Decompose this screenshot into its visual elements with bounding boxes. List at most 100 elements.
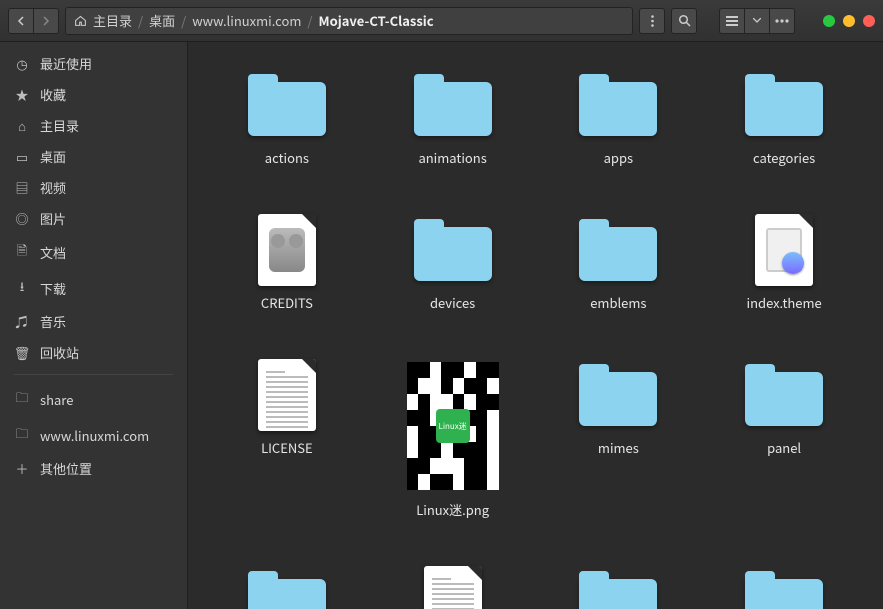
file-item[interactable]: status [536, 563, 702, 609]
clock-icon: ◷ [14, 54, 30, 73]
nav-back-button[interactable] [8, 8, 34, 34]
file-label: categories [753, 148, 815, 167]
sidebar-item-recent[interactable]: ◷ 最近使用 [0, 48, 187, 79]
sidebar-item-label: 视频 [40, 178, 66, 197]
file-label: devices [430, 293, 475, 312]
file-label: CREDITS [261, 293, 313, 312]
file-item[interactable]: categories [701, 66, 867, 171]
sidebar-item-label: www.linuxmi.com [40, 426, 149, 445]
sidebar-item-linuxmi[interactable]: 🗀 www.linuxmi.com [0, 417, 187, 453]
sidebar-item-downloads[interactable]: ⭳ 下载 [0, 270, 187, 306]
sidebar-item-documents[interactable]: 🗎 文档 [0, 234, 187, 270]
window-controls [823, 15, 875, 27]
folder-icon [579, 227, 657, 281]
file-label: LICENSE [261, 438, 313, 457]
credits-file-icon [258, 214, 316, 286]
view-list-button[interactable] [719, 8, 745, 34]
sidebar-item-label: 图片 [40, 209, 66, 228]
folder-icon [579, 82, 657, 136]
folder-icon: 🗀 [14, 387, 30, 411]
sidebar-item-music[interactable]: ♫ 音乐 [0, 306, 187, 337]
window-maximize-button[interactable] [843, 15, 855, 27]
star-icon: ★ [14, 85, 30, 104]
file-item[interactable]: panel [701, 356, 867, 523]
window-close-button[interactable] [863, 15, 875, 27]
text-file-icon [424, 566, 482, 609]
path-segment-home[interactable]: 主目录 [93, 11, 132, 30]
file-item[interactable]: places [204, 563, 370, 609]
path-bar[interactable]: 主目录 / 桌面 / www.linuxmi.com / Mojave-CT-C… [65, 7, 633, 35]
qr-center-badge: Linux迷 [436, 409, 470, 443]
ellipsis-icon [775, 19, 789, 23]
menu-button[interactable] [769, 8, 795, 34]
list-icon [726, 16, 738, 26]
kebab-icon [651, 15, 654, 27]
file-label: index.theme [747, 293, 822, 312]
file-grid: actions animations apps categories CREDITS de… [188, 42, 883, 609]
path-segment-desktop[interactable]: 桌面 [149, 11, 175, 30]
sidebar-item-favorites[interactable]: ★ 收藏 [0, 79, 187, 110]
search-button[interactable] [671, 8, 697, 34]
toolbar: 主目录 / 桌面 / www.linuxmi.com / Mojave-CT-C… [0, 0, 883, 42]
folder-icon [745, 82, 823, 136]
folder-icon [579, 579, 657, 609]
more-button[interactable] [639, 8, 665, 34]
file-item[interactable]: devices [370, 211, 536, 316]
sidebar-item-trash[interactable]: 🗑 回收站 [0, 337, 187, 368]
folder-icon [745, 579, 823, 609]
folder-icon: 🗀 [14, 423, 30, 447]
folder-icon [414, 82, 492, 136]
file-item[interactable]: animations [370, 66, 536, 171]
document-icon: 🗎 [14, 240, 30, 264]
nav-forward-button[interactable] [33, 8, 59, 34]
download-icon: ⭳ [14, 276, 30, 300]
sidebar-item-label: 下载 [40, 279, 66, 298]
file-item[interactable]: actions [204, 66, 370, 171]
plus-icon: ＋ [14, 459, 30, 478]
music-icon: ♫ [14, 312, 30, 331]
desktop-icon: ▭ [14, 147, 30, 166]
sidebar-item-pictures[interactable]: ◎ 图片 [0, 203, 187, 234]
home-icon: ⌂ [14, 116, 30, 135]
chevron-right-icon [41, 16, 51, 26]
sidebar-item-label: 回收站 [40, 343, 79, 362]
path-segment-link[interactable]: www.linuxmi.com [192, 11, 301, 30]
folder-icon [745, 372, 823, 426]
folder-icon [414, 227, 492, 281]
sidebar-item-home[interactable]: ⌂ 主目录 [0, 110, 187, 141]
file-item[interactable]: index.theme [701, 211, 867, 316]
path-segment-current[interactable]: Mojave-CT-Classic [319, 11, 434, 30]
file-item[interactable]: Linux迷Linux迷.png [370, 356, 536, 523]
file-label: animations [418, 148, 486, 167]
window-minimize-button[interactable] [823, 15, 835, 27]
sidebar-separator [14, 374, 173, 375]
sidebar-item-videos[interactable]: ▤ 视频 [0, 172, 187, 203]
path-separator: / [307, 11, 312, 30]
path-separator: / [138, 11, 143, 30]
sidebar-item-other-locations[interactable]: ＋ 其他位置 [0, 453, 187, 484]
file-label: panel [767, 438, 801, 457]
file-item[interactable]: emblems [536, 211, 702, 316]
view-dropdown-button[interactable] [744, 8, 770, 34]
sidebar-item-label: share [40, 390, 73, 409]
file-item[interactable]: mimes [536, 356, 702, 523]
chevron-left-icon [16, 16, 26, 26]
sidebar-item-desktop[interactable]: ▭ 桌面 [0, 141, 187, 172]
file-label: actions [265, 148, 309, 167]
path-separator: / [181, 11, 186, 30]
file-item[interactable]: stock [701, 563, 867, 609]
file-item[interactable]: CREDITS [204, 211, 370, 316]
sidebar-item-share[interactable]: 🗀 share [0, 381, 187, 417]
sidebar-item-label: 主目录 [40, 116, 79, 135]
chevron-down-icon [753, 18, 761, 23]
sidebar-item-label: 桌面 [40, 147, 66, 166]
file-item[interactable]: LICENSE [204, 356, 370, 523]
qr-image-icon: Linux迷 [407, 362, 499, 490]
folder-icon [248, 82, 326, 136]
search-icon [678, 14, 691, 27]
file-label: emblems [590, 293, 646, 312]
file-item[interactable]: apps [536, 66, 702, 171]
folder-icon [248, 579, 326, 609]
file-item[interactable]: README.md [370, 563, 536, 609]
video-icon: ▤ [14, 178, 30, 197]
